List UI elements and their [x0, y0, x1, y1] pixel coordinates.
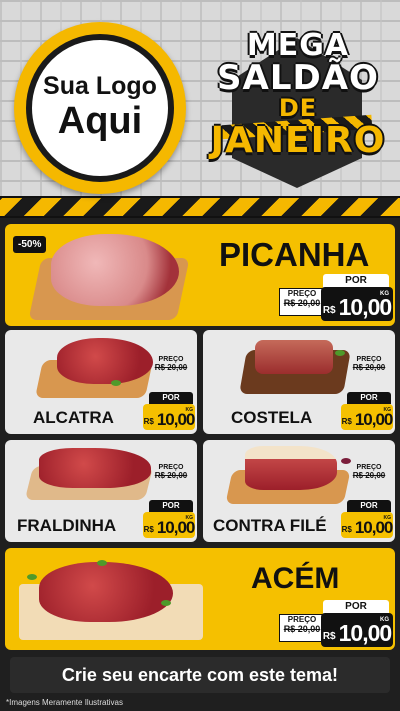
product-card-acem: ACÉM POR PREÇO R$ 20,00 R$ 10,00 KG	[5, 548, 395, 650]
preco-label: PREÇO	[287, 289, 317, 298]
old-price-box: PREÇO R$ 20,00	[349, 356, 389, 382]
price-currency: R$	[143, 525, 154, 534]
price-currency: R$	[322, 305, 336, 316]
new-price-box: R$ 10,00 KG	[321, 613, 393, 647]
old-price-box: PREÇO R$ 20,00	[151, 464, 191, 490]
product-name: ACÉM	[251, 562, 340, 595]
por-label: POR	[323, 600, 389, 614]
illustrative-images-note: *Imagens Meramente Ilustrativas	[6, 698, 123, 707]
new-price-box: R$ 10,00 KG	[321, 287, 393, 321]
campaign-title-badge: MEGA SALDÃO DE JANEIRO	[208, 28, 388, 190]
picanha-meat-image	[51, 234, 179, 306]
old-price: R$ 20,00	[283, 298, 321, 308]
product-card-fraldinha: PREÇO R$ 20,00 POR R$ 10,00 KG FRALDINHA	[5, 440, 197, 542]
por-label: POR	[347, 500, 391, 512]
campaign-line4: JANEIRO	[210, 120, 386, 161]
price-currency: R$	[341, 417, 352, 426]
contra-file-meat-image	[245, 446, 337, 490]
old-price: R$ 20,00	[352, 363, 386, 372]
fraldinha-meat-image	[39, 448, 151, 488]
garnish-icon	[111, 380, 121, 386]
preco-label: PREÇO	[356, 356, 382, 363]
price-unit: KG	[383, 515, 392, 521]
price-value: 10,00	[156, 518, 196, 537]
product-name: CONTRA FILÉ	[213, 516, 327, 535]
garnish-icon	[335, 350, 345, 356]
discount-badge: -50%	[13, 236, 47, 253]
old-price: R$ 20,00	[154, 471, 188, 480]
price-value: 10,00	[338, 294, 393, 320]
product-card-alcatra: PREÇO R$ 20,00 POR R$ 10,00 KG ALCATRA	[5, 330, 197, 434]
garnish-icon	[27, 574, 37, 580]
price-currency: R$	[341, 525, 352, 534]
alcatra-meat-image	[57, 338, 153, 384]
product-card-picanha: -50% PICANHA POR PREÇO R$ 20,00 R$ 10,00…	[5, 224, 395, 326]
old-price-box: PREÇO R$ 20,00	[279, 288, 325, 316]
garnish-icon	[97, 560, 107, 566]
logo-placeholder: Sua Logo Aqui	[14, 22, 186, 194]
product-card-costela: PREÇO R$ 20,00 POR R$ 10,00 KG COSTELA	[203, 330, 395, 434]
new-price-box: R$ 10,00 KG	[143, 512, 195, 538]
price-value: 10,00	[354, 410, 394, 429]
por-label: POR	[347, 392, 391, 404]
old-price-box: PREÇO R$ 20,00	[279, 614, 325, 642]
price-value: 10,00	[354, 518, 394, 537]
product-name: COSTELA	[231, 408, 313, 427]
preco-label: PREÇO	[158, 356, 184, 363]
acem-meat-image	[39, 562, 173, 622]
old-price: R$ 20,00	[283, 624, 321, 634]
costela-meat-image	[255, 340, 333, 374]
price-unit: KG	[380, 291, 389, 297]
hazard-stripe-divider	[0, 196, 400, 218]
product-card-contra-file: PREÇO R$ 20,00 POR R$ 10,00 KG CONTRA FI…	[203, 440, 395, 542]
por-label: POR	[149, 500, 193, 512]
create-flyer-cta-button[interactable]: Crie seu encarte com este tema!	[10, 657, 390, 693]
logo-text-line1: Sua Logo	[43, 72, 157, 101]
campaign-line3: DE	[278, 94, 318, 122]
new-price-box: R$ 10,00 KG	[143, 404, 195, 430]
price-value: 10,00	[156, 410, 196, 429]
por-label: POR	[149, 392, 193, 404]
product-name: ALCATRA	[33, 408, 114, 427]
por-label: POR	[323, 274, 389, 288]
new-price-box: R$ 10,00 KG	[341, 404, 393, 430]
old-price: R$ 20,00	[352, 471, 386, 480]
product-name: FRALDINHA	[17, 516, 117, 535]
preco-label: PREÇO	[158, 464, 184, 471]
old-price-box: PREÇO R$ 20,00	[349, 464, 389, 490]
campaign-line2: SALDÃO	[217, 58, 379, 98]
price-currency: R$	[143, 417, 154, 426]
price-unit: KG	[380, 617, 389, 623]
old-price-box: PREÇO R$ 20,00	[151, 356, 191, 382]
price-unit: KG	[383, 407, 392, 413]
logo-text-line2: Aqui	[57, 99, 143, 142]
price-value: 10,00	[338, 620, 393, 646]
garnish-icon	[161, 600, 171, 606]
preco-label: PREÇO	[356, 464, 382, 471]
old-price: R$ 20,00	[154, 363, 188, 372]
price-currency: R$	[322, 631, 336, 642]
price-unit: KG	[185, 515, 194, 521]
price-unit: KG	[185, 407, 194, 413]
product-name: PICANHA	[219, 236, 370, 273]
new-price-box: R$ 10,00 KG	[341, 512, 393, 538]
preco-label: PREÇO	[287, 615, 317, 624]
